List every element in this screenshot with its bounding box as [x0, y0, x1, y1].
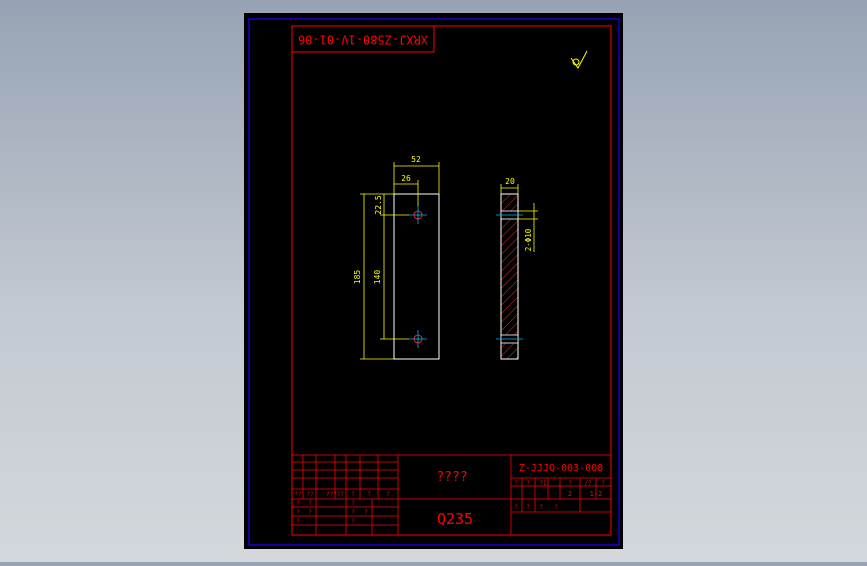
rb-mark-0: ? [514, 480, 518, 487]
cad-viewport: XRXJ-Z580-1V-01-06 52 26 22.5 185 140 20… [0, 0, 867, 562]
lb-small-3: ? [296, 509, 300, 516]
rb-small-3: ? [554, 504, 558, 511]
dim-hole-callout: 2-Φ10 [524, 228, 533, 251]
lb-small-4: ? [308, 509, 312, 516]
scale-value: 1:2 [590, 490, 603, 498]
dim-thickness: 20 [505, 177, 515, 186]
lb-mark-5: ? [386, 491, 390, 498]
lb-small-5: ? [351, 509, 355, 516]
rb-small-0: ? [514, 504, 518, 511]
dim-hole-offset: 26 [401, 174, 411, 183]
lb-small-0: ? [296, 500, 300, 507]
lb-mark-2: ????? [326, 491, 344, 498]
lb-mark-0: ?? [294, 491, 302, 498]
lb-small-1: ? [308, 500, 312, 507]
rb-small-1: ? [526, 504, 530, 511]
rb-mark-1: ? [526, 480, 530, 487]
dim-overall-width: 52 [411, 155, 421, 164]
rb-small-2: ? [539, 504, 543, 511]
drawing-number: Z-JJJQ-003-008 [519, 463, 603, 474]
rb-mark-2: ?1 [539, 480, 547, 487]
stamp-text: XRXJ-Z580-1V-01-06 [298, 33, 428, 47]
sheet-count: 2 [568, 490, 572, 498]
dim-top-offset: 22.5 [374, 195, 383, 214]
rb-mark-5: ? [601, 480, 605, 487]
dim-overall-height: 185 [353, 270, 362, 285]
material: Q235 [437, 510, 473, 528]
lb-small-7: ? [296, 518, 300, 525]
lb-small-8: ? [351, 518, 355, 525]
lb-small-2: ? [351, 500, 355, 507]
rb-mark-4: /? [584, 480, 592, 487]
lb-mark-3: ? [351, 491, 355, 498]
lb-mark-4: ? [367, 491, 371, 498]
rb-mark-3: ? [568, 480, 572, 487]
lb-small-6: ? [364, 509, 368, 516]
part-name: ???? [436, 470, 467, 485]
dim-hole-spacing: 140 [373, 270, 382, 285]
lb-mark-1: ?? [306, 491, 314, 498]
